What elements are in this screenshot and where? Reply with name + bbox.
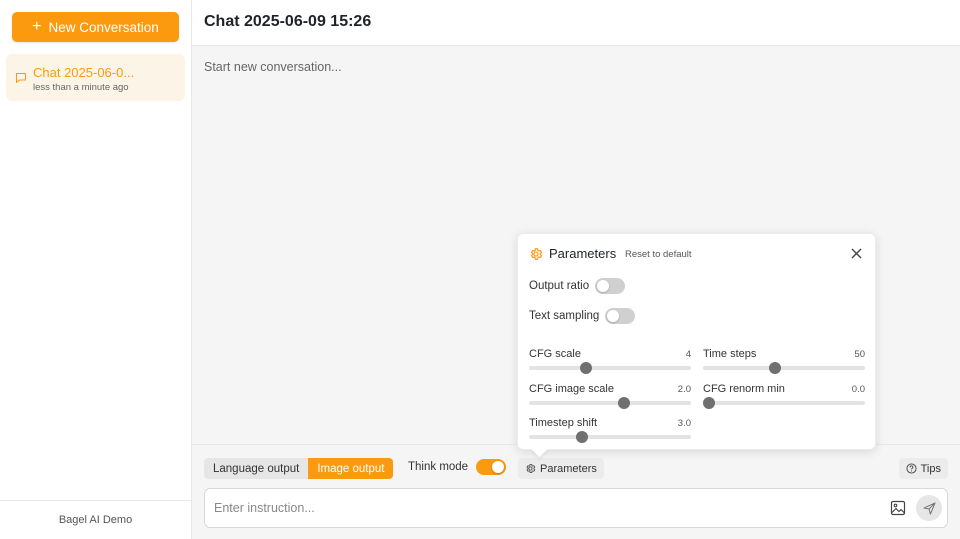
bottom-bar: Language output Image output Think mode …	[192, 444, 960, 539]
sidebar: + New Conversation Chat 2025-06-0... les…	[0, 0, 192, 539]
parameters-header: Parameters	[529, 246, 616, 261]
time-steps-label: Time steps	[703, 348, 757, 360]
cfg-renorm-min-label: CFG renorm min	[703, 383, 785, 395]
plus-icon: +	[32, 17, 42, 35]
think-mode: Think mode	[408, 459, 507, 475]
slider-thumb[interactable]	[580, 362, 592, 374]
slider-thumb[interactable]	[769, 362, 781, 374]
header: Chat 2025-06-09 15:26	[192, 0, 960, 46]
conversation-item[interactable]: Chat 2025-06-0... less than a minute ago	[6, 54, 185, 101]
think-mode-switch[interactable]	[476, 459, 507, 475]
language-output-option[interactable]: Language output	[204, 458, 308, 479]
cfg-scale-value: 4	[685, 349, 691, 360]
slider-track[interactable]	[703, 366, 865, 370]
slider-track[interactable]	[529, 366, 691, 370]
think-mode-label: Think mode	[408, 461, 469, 473]
image-upload-icon[interactable]	[890, 500, 906, 516]
cfg-image-scale-label: CFG image scale	[529, 383, 614, 395]
conversation-time: less than a minute ago	[33, 82, 129, 93]
slider-thumb[interactable]	[617, 397, 630, 409]
slider-track[interactable]	[529, 401, 691, 405]
parameters-popover: Parameters Reset to default Output ratio…	[517, 233, 876, 458]
parameters-title: Parameters	[549, 246, 617, 261]
tips-button[interactable]: Tips	[898, 458, 948, 479]
help-icon	[906, 463, 917, 474]
output-ratio-switch[interactable]	[595, 278, 626, 294]
send-icon	[922, 501, 936, 515]
gear-icon	[530, 247, 543, 260]
chat-bubble-icon	[15, 72, 27, 84]
text-sampling-switch[interactable]	[605, 308, 636, 324]
time-steps-value: 50	[854, 349, 865, 360]
parameters-button[interactable]: Parameters	[518, 458, 604, 479]
chat-placeholder: Start new conversation...	[204, 60, 342, 74]
image-output-option[interactable]: Image output	[308, 458, 394, 479]
instruction-box	[204, 488, 948, 528]
text-sampling-label: Text sampling	[529, 310, 600, 322]
timestep-shift-label: Timestep shift	[529, 417, 598, 429]
reset-to-default-link[interactable]: Reset to default	[625, 249, 692, 260]
new-conversation-button[interactable]: + New Conversation	[12, 12, 179, 42]
slider-track[interactable]	[529, 435, 691, 439]
cfg-scale-label: CFG scale	[529, 348, 581, 360]
output-mode-toggle: Language output Image output	[204, 458, 394, 479]
close-icon[interactable]	[851, 248, 862, 259]
sidebar-footer: Bagel AI Demo	[0, 500, 191, 539]
cfg-image-scale-value: 2.0	[677, 384, 691, 395]
new-conversation-label: New Conversation	[48, 19, 159, 35]
output-ratio-row: Output ratio	[529, 278, 626, 294]
conversation-title: Chat 2025-06-0...	[33, 65, 135, 80]
output-ratio-label: Output ratio	[529, 280, 590, 292]
slider-track[interactable]	[703, 401, 865, 405]
cfg-renorm-min-value: 0.0	[851, 384, 865, 395]
gear-icon	[526, 463, 536, 474]
slider-thumb[interactable]	[703, 397, 715, 409]
page-title: Chat 2025-06-09 15:26	[204, 13, 372, 30]
instruction-input[interactable]	[205, 489, 875, 527]
text-sampling-row: Text sampling	[529, 308, 636, 324]
tips-label: Tips	[920, 462, 941, 475]
send-button[interactable]	[916, 495, 942, 521]
timestep-shift-value: 3.0	[677, 418, 691, 429]
slider-thumb[interactable]	[575, 431, 588, 443]
parameters-button-label: Parameters	[540, 462, 597, 475]
